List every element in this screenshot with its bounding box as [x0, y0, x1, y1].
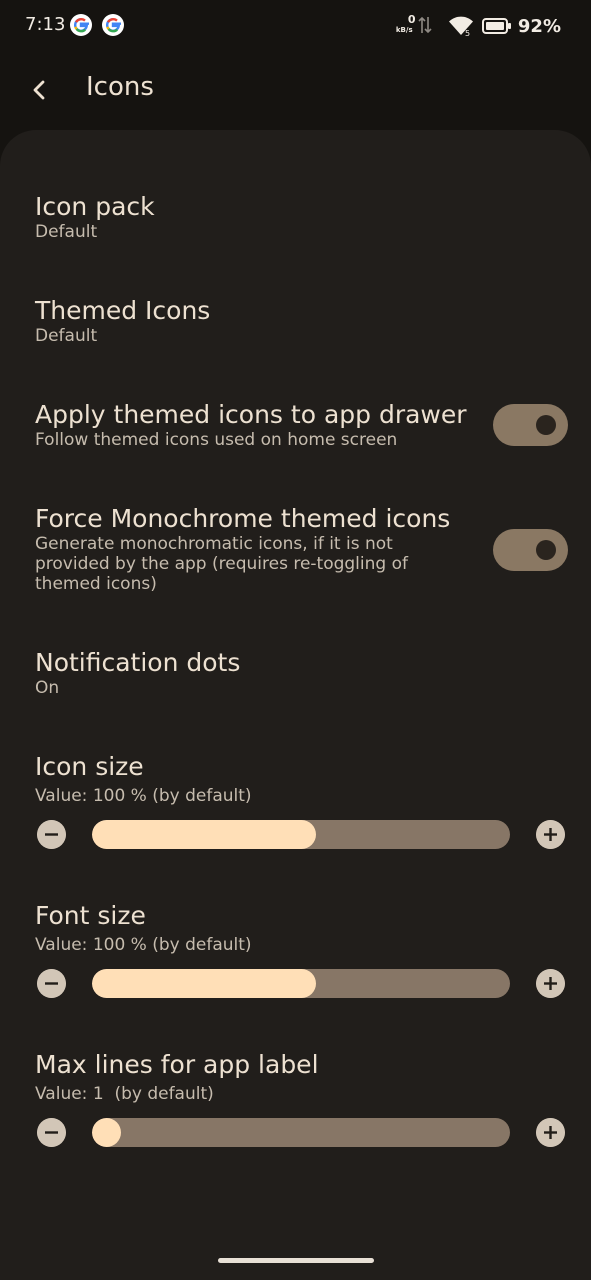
setting-title: Icon size — [35, 752, 144, 781]
font-size-slider-row — [0, 964, 591, 1004]
setting-title: Icon pack — [35, 192, 155, 221]
arrow-back-icon — [33, 80, 45, 100]
google-icon — [102, 14, 124, 36]
setting-themed-icons[interactable]: Themed Icons Default — [35, 296, 555, 346]
plus-icon[interactable] — [536, 820, 565, 849]
setting-font-size: Font size Value: 100 % (by default) — [35, 901, 555, 955]
slider-fill — [92, 820, 316, 849]
app-bar: Icons — [0, 52, 591, 128]
setting-summary: Follow themed icons used on home screen — [35, 430, 398, 450]
setting-summary-line: themed icons) — [35, 574, 157, 594]
setting-summary-line: Generate monochromatic icons, if it is n… — [35, 534, 393, 554]
minus-icon[interactable] — [37, 1118, 66, 1147]
toggle-thumb — [536, 540, 556, 560]
setting-summary: Default — [35, 222, 98, 242]
settings-sheet: Icon pack Default Themed Icons Default A… — [0, 130, 591, 1280]
max-lines-slider-row — [0, 1113, 591, 1153]
status-time: 7:13 — [25, 14, 66, 35]
network-speed: 0 kB/s — [396, 13, 442, 39]
icon-size-slider[interactable] — [92, 820, 510, 849]
svg-text:5: 5 — [465, 29, 470, 37]
screen: 7:13 0 kB/s 5 92% Icons Icon pack Defaul… — [0, 0, 591, 1280]
max-lines-slider[interactable] — [92, 1118, 510, 1147]
slider-value-text: Value: 100 % (by default) — [35, 786, 252, 806]
plus-icon[interactable] — [536, 969, 565, 998]
force-monochrome-toggle[interactable] — [493, 529, 568, 571]
net-speed-unit: kB/s — [395, 26, 413, 34]
setting-force-monochrome[interactable]: Force Monochrome themed icons Generate m… — [35, 504, 485, 594]
slider-value-text: Value: 1 (by default) — [35, 1084, 214, 1104]
setting-title: Force Monochrome themed icons — [35, 504, 451, 533]
font-size-slider[interactable] — [92, 969, 510, 998]
minus-icon[interactable] — [37, 969, 66, 998]
home-indicator[interactable] — [218, 1258, 374, 1263]
google-icon — [70, 14, 92, 36]
net-speed-value: 0 — [407, 13, 416, 26]
back-button[interactable] — [22, 72, 58, 108]
plus-icon[interactable] — [536, 1118, 565, 1147]
setting-title: Apply themed icons to app drawer — [35, 400, 467, 429]
setting-title: Notification dots — [35, 648, 241, 677]
setting-icon-size: Icon size Value: 100 % (by default) — [35, 752, 555, 806]
apply-themed-icons-toggle[interactable] — [493, 404, 568, 446]
status-bar: 7:13 0 kB/s 5 92% — [0, 0, 591, 52]
minus-icon[interactable] — [37, 820, 66, 849]
setting-apply-themed-icons-drawer[interactable]: Apply themed icons to app drawer Follow … — [35, 400, 485, 450]
slider-fill — [92, 969, 316, 998]
page-title: Icons — [86, 72, 154, 102]
slider-fill — [92, 1118, 121, 1147]
setting-title: Themed Icons — [35, 296, 211, 325]
status-icons: 0 kB/s 5 92% — [396, 13, 561, 39]
icon-size-slider-row — [0, 815, 591, 855]
setting-summary: On — [35, 678, 60, 698]
setting-summary: Default — [35, 326, 98, 346]
setting-notification-dots[interactable]: Notification dots On — [35, 648, 555, 698]
data-arrows-icon — [418, 16, 432, 34]
wifi-icon: 5 — [448, 16, 473, 37]
toggle-thumb — [536, 415, 556, 435]
slider-value-text: Value: 100 % (by default) — [35, 935, 252, 955]
battery-icon — [481, 18, 511, 34]
setting-icon-pack[interactable]: Icon pack Default — [35, 192, 555, 242]
setting-summary-line: provided by the app (requires re-togglin… — [35, 554, 408, 574]
battery-percent: 92% — [517, 15, 561, 37]
setting-title: Font size — [35, 901, 146, 930]
setting-max-lines: Max lines for app label Value: 1 (by def… — [35, 1050, 555, 1104]
setting-title: Max lines for app label — [35, 1050, 319, 1079]
